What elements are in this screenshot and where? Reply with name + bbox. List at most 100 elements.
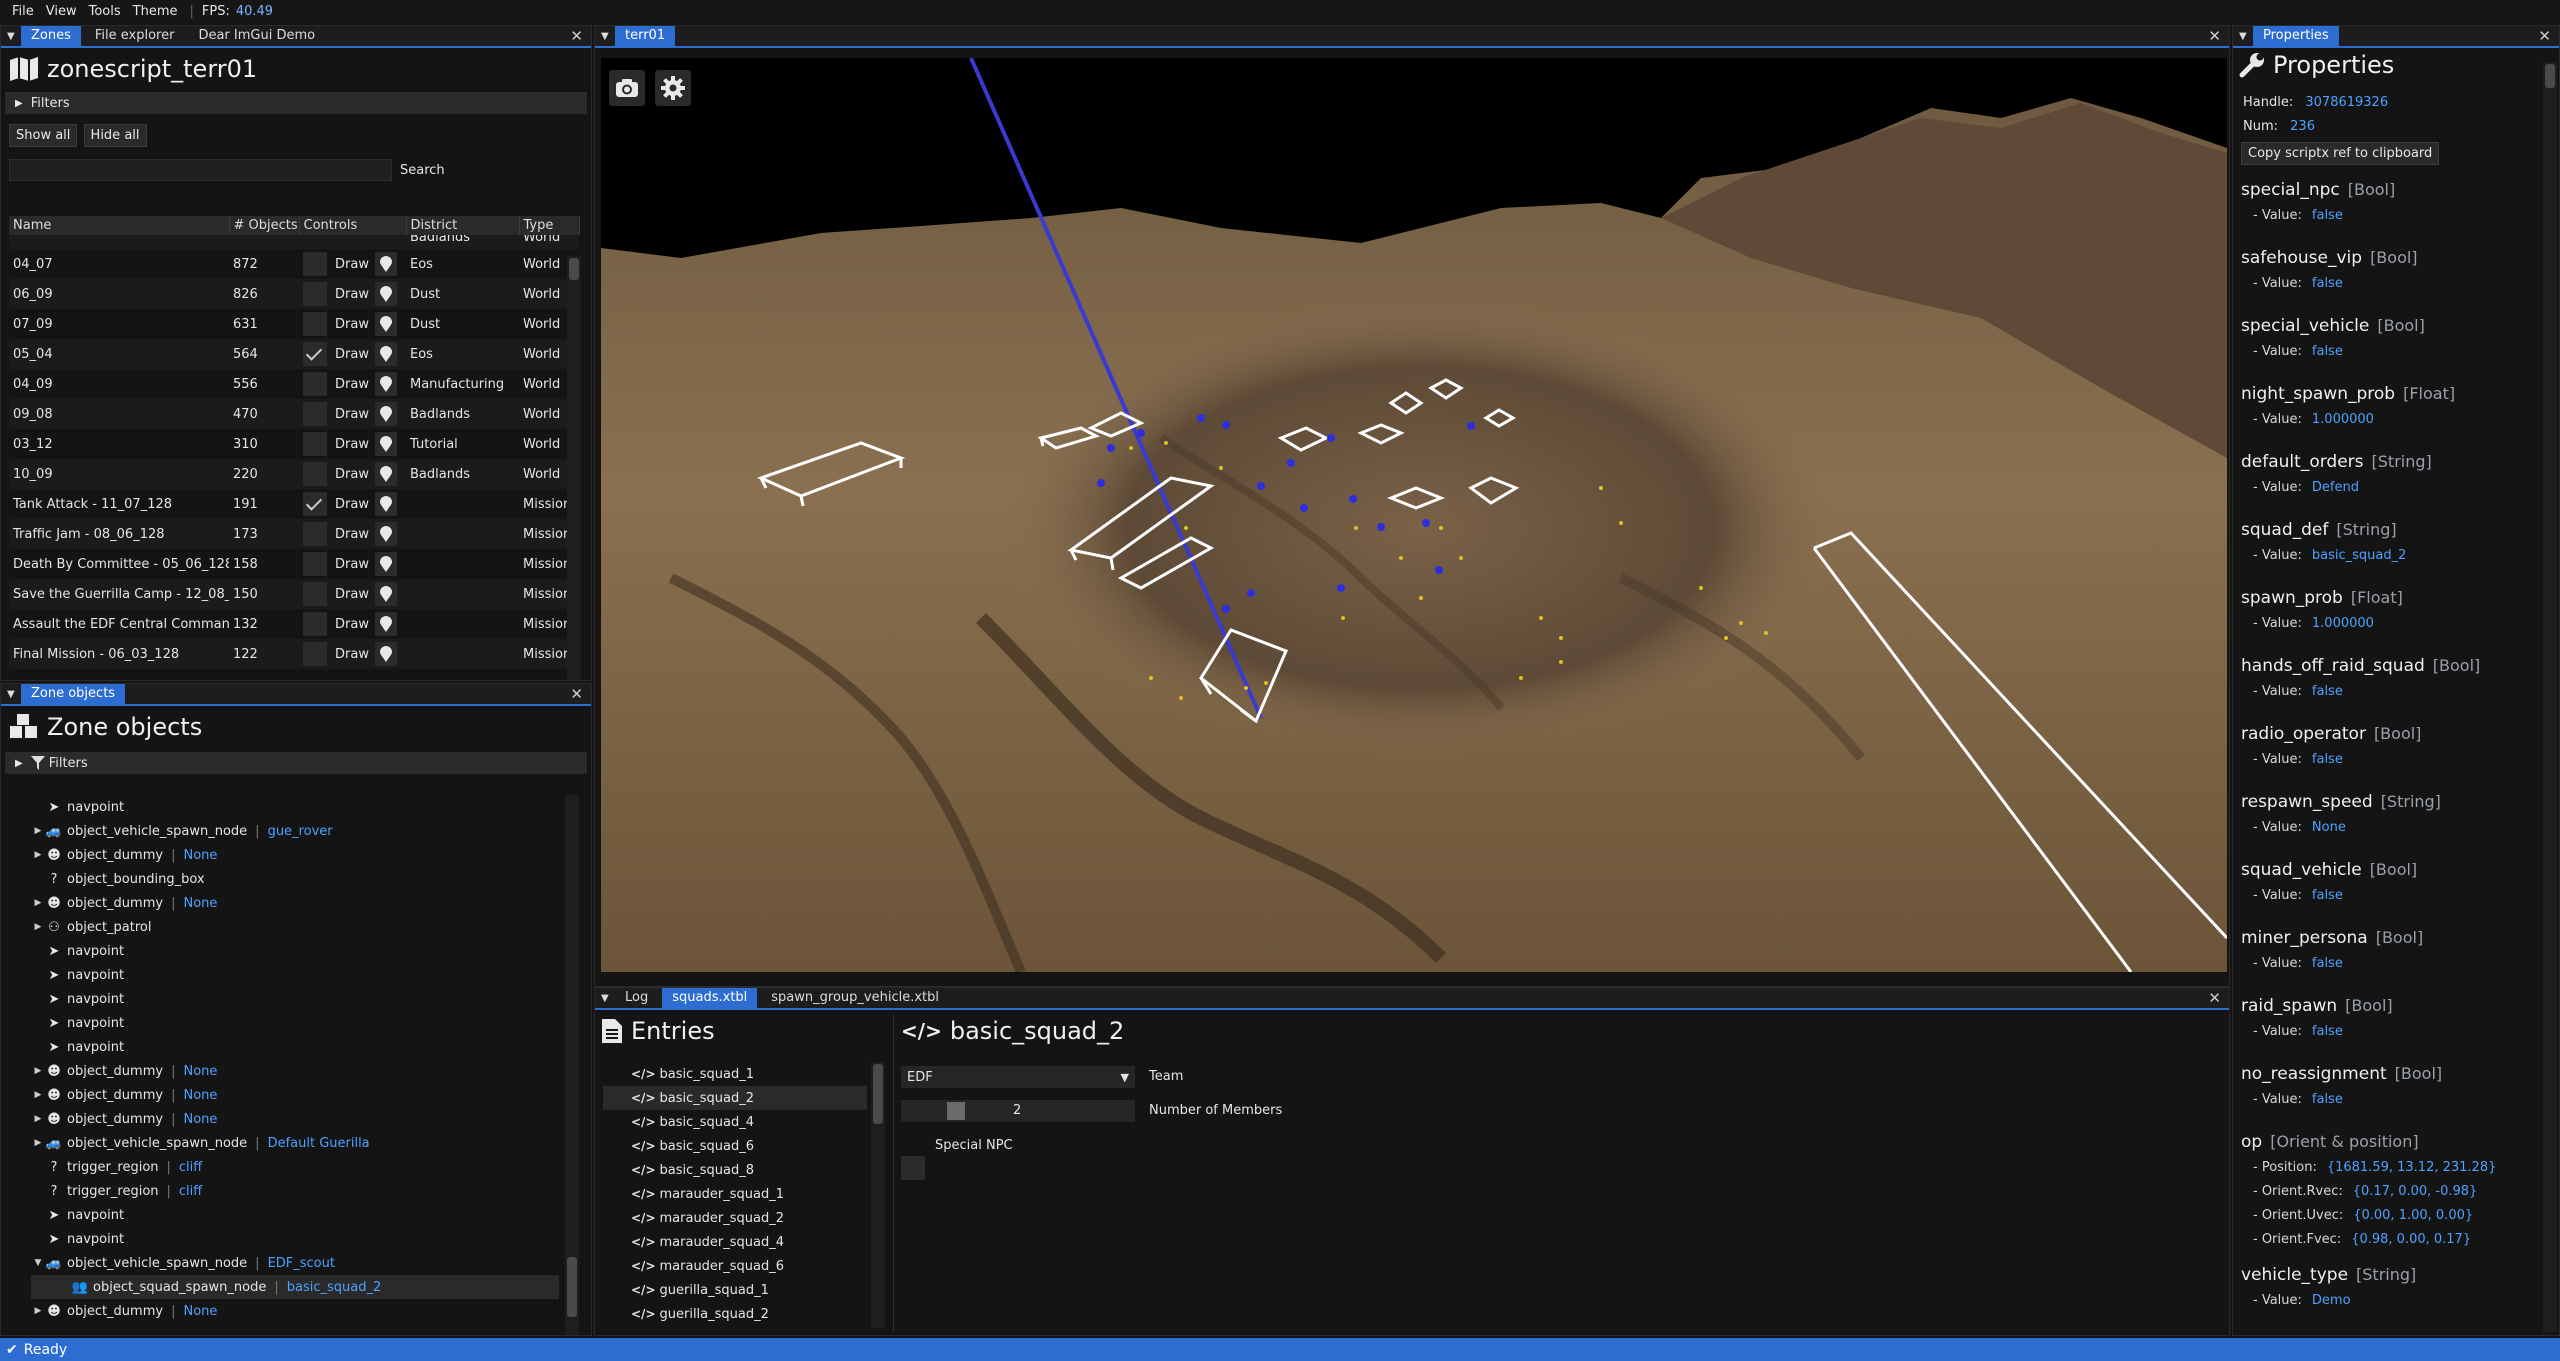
tree-node[interactable]: ▶?object_bounding_box <box>31 867 559 891</box>
camera-button[interactable] <box>609 70 645 106</box>
tree-node[interactable]: ▶👥object_squad_spawn_node|basic_squad_2 <box>31 1275 559 1299</box>
terrain-viewport[interactable] <box>601 58 2227 972</box>
property-value[interactable]: false <box>2312 344 2343 359</box>
map-pin-icon[interactable] <box>374 582 397 606</box>
entry-item[interactable]: </> guerilla_squad_1 <box>603 1278 867 1302</box>
properties-scroll-thumb[interactable] <box>2545 64 2555 88</box>
tree-node[interactable]: ▶?trigger_region|cliff <box>31 1179 559 1203</box>
map-pin-icon[interactable] <box>374 312 397 336</box>
table-row[interactable]: Traffic Jam - 08_06_128 173 Draw Mission <box>9 519 579 549</box>
tab-spawn-group-vehicle[interactable]: spawn_group_vehicle.xtbl <box>761 988 949 1008</box>
tree-node[interactable]: ▶➤navpoint <box>31 1203 559 1227</box>
tab-file-explorer[interactable]: File explorer <box>85 26 185 46</box>
property-value[interactable]: false <box>2312 208 2343 223</box>
tree-node[interactable]: ▶ ☻ object_dummy | None <box>31 1059 559 1083</box>
tree-node[interactable]: ▶➤navpoint <box>31 939 559 963</box>
window-menu-icon[interactable]: ▼ <box>7 31 17 42</box>
expand-arrow-icon[interactable]: ▶ <box>31 1306 45 1316</box>
tree-node[interactable]: ▶ ☻ object_dummy | None <box>31 1107 559 1131</box>
tab-imgui-demo[interactable]: Dear ImGui Demo <box>188 26 325 46</box>
close-icon[interactable]: ✕ <box>570 27 583 45</box>
table-row[interactable]: 05_04 564 Draw Eos World <box>9 339 579 369</box>
draw-checkbox[interactable] <box>303 612 327 636</box>
draw-checkbox[interactable] <box>303 462 327 486</box>
map-pin-icon[interactable] <box>374 432 397 456</box>
draw-checkbox[interactable] <box>303 282 327 306</box>
zones-filters-header[interactable]: ▶ Filters <box>5 92 587 114</box>
col-controls[interactable]: Controls <box>299 216 407 235</box>
tree-node[interactable]: ▶ ☻ object_dummy | None <box>31 1299 559 1323</box>
draw-checkbox[interactable] <box>303 642 327 666</box>
tab-properties[interactable]: Properties <box>2253 26 2339 46</box>
draw-checkbox[interactable] <box>303 402 327 426</box>
entry-item[interactable]: </> basic_squad_1 <box>603 1062 867 1086</box>
tab-log[interactable]: Log <box>615 988 658 1008</box>
entry-item[interactable]: </> guerilla_squad_2 <box>603 1302 867 1326</box>
copy-scriptx-button[interactable]: Copy scriptx ref to clipboard <box>2241 142 2440 165</box>
property-value[interactable]: {1681.59, 13.12, 231.28} <box>2327 1160 2497 1175</box>
window-menu-icon[interactable]: ▼ <box>2239 31 2249 42</box>
entry-item[interactable]: </> marauder_squad_1 <box>603 1182 867 1206</box>
objects-scrollbar[interactable] <box>565 795 579 1335</box>
expand-arrow-icon[interactable]: ▶ <box>31 850 45 860</box>
close-icon[interactable]: ✕ <box>2208 27 2221 45</box>
team-select[interactable]: EDF ▼ <box>901 1066 1135 1088</box>
property-value[interactable]: None <box>2312 820 2346 835</box>
col-type[interactable]: Type <box>519 216 580 235</box>
property-value[interactable]: {0.17, 0.00, -0.98} <box>2353 1184 2478 1199</box>
property-value[interactable]: {0.00, 1.00, 0.00} <box>2353 1208 2473 1223</box>
table-row[interactable]: Death By Committee - 05_06_128 158 Draw Mis… <box>9 549 579 579</box>
expand-arrow-icon[interactable]: ▶ <box>31 1090 45 1100</box>
expand-arrow-icon[interactable]: ▶ <box>31 826 45 836</box>
map-pin-icon[interactable] <box>374 612 397 636</box>
draw-checkbox[interactable] <box>303 312 327 336</box>
slider-grab[interactable] <box>947 1102 965 1120</box>
window-menu-icon[interactable]: ▼ <box>7 689 17 700</box>
tree-node[interactable]: ▶ ☻ object_dummy | None <box>31 891 559 915</box>
menu-view[interactable]: View <box>46 4 77 19</box>
window-menu-icon[interactable]: ▼ <box>601 31 611 42</box>
zones-scroll-thumb[interactable] <box>569 258 579 280</box>
draw-checkbox[interactable] <box>303 252 327 276</box>
property-value[interactable]: {0.98, 0.00, 0.17} <box>2351 1232 2471 1247</box>
expand-arrow-icon[interactable]: ▶ <box>31 922 45 932</box>
draw-checkbox[interactable] <box>303 342 327 366</box>
table-row[interactable]: Badlands World <box>9 235 579 249</box>
tree-node[interactable]: ▶➤navpoint <box>31 963 559 987</box>
tree-node[interactable]: ▶ ☻ object_dummy | None <box>31 1083 559 1107</box>
property-value[interactable]: Demo <box>2312 1293 2351 1308</box>
tree-node[interactable]: ▶➤navpoint <box>31 795 559 819</box>
tab-zones[interactable]: Zones <box>21 26 81 46</box>
col-name[interactable]: Name <box>9 216 230 235</box>
map-pin-icon[interactable] <box>374 642 397 666</box>
tab-terr01[interactable]: terr01 <box>615 26 676 46</box>
tree-node[interactable]: ▼ 🚙 object_vehicle_spawn_node | EDF_scout <box>31 1251 559 1275</box>
property-value[interactable]: 1.000000 <box>2312 616 2374 631</box>
entry-item[interactable]: </> basic_squad_4 <box>603 1110 867 1134</box>
tree-node[interactable]: ▶ ⚇ object_patrol <box>31 915 559 939</box>
tab-zone-objects[interactable]: Zone objects <box>21 684 126 704</box>
map-pin-icon[interactable] <box>374 462 397 486</box>
tree-node[interactable]: ▶➤navpoint <box>31 1227 559 1251</box>
draw-checkbox[interactable] <box>303 492 327 516</box>
tab-squads-xtbl[interactable]: squads.xtbl <box>662 988 758 1008</box>
menu-file[interactable]: File <box>12 4 34 19</box>
tree-node[interactable]: ▶?trigger_region|cliff <box>31 1155 559 1179</box>
property-value[interactable]: 1.000000 <box>2312 412 2374 427</box>
map-pin-icon[interactable] <box>374 402 397 426</box>
window-menu-icon[interactable]: ▼ <box>601 993 611 1004</box>
entry-item[interactable]: </> marauder_squad_4 <box>603 1230 867 1254</box>
table-row[interactable]: 06_09 826 Draw Dust World <box>9 279 579 309</box>
map-pin-icon[interactable] <box>374 372 397 396</box>
table-row[interactable]: 04_09 556 Draw Manufacturing World <box>9 369 579 399</box>
property-value[interactable]: false <box>2312 956 2343 971</box>
entry-item[interactable]: </> marauder_squad_6 <box>603 1254 867 1278</box>
tree-node[interactable]: ▶➤navpoint <box>31 987 559 1011</box>
menu-theme[interactable]: Theme <box>133 4 178 19</box>
col-objects[interactable]: # Objects <box>229 216 300 235</box>
table-row[interactable]: Assault the EDF Central Command 132 Draw Mi… <box>9 609 579 639</box>
table-row[interactable]: 07_09 631 Draw Dust World <box>9 309 579 339</box>
entry-item[interactable]: </> basic_squad_6 <box>603 1134 867 1158</box>
expand-arrow-icon[interactable]: ▶ <box>31 1114 45 1124</box>
collapse-arrow-icon[interactable]: ▼ <box>31 1258 45 1268</box>
